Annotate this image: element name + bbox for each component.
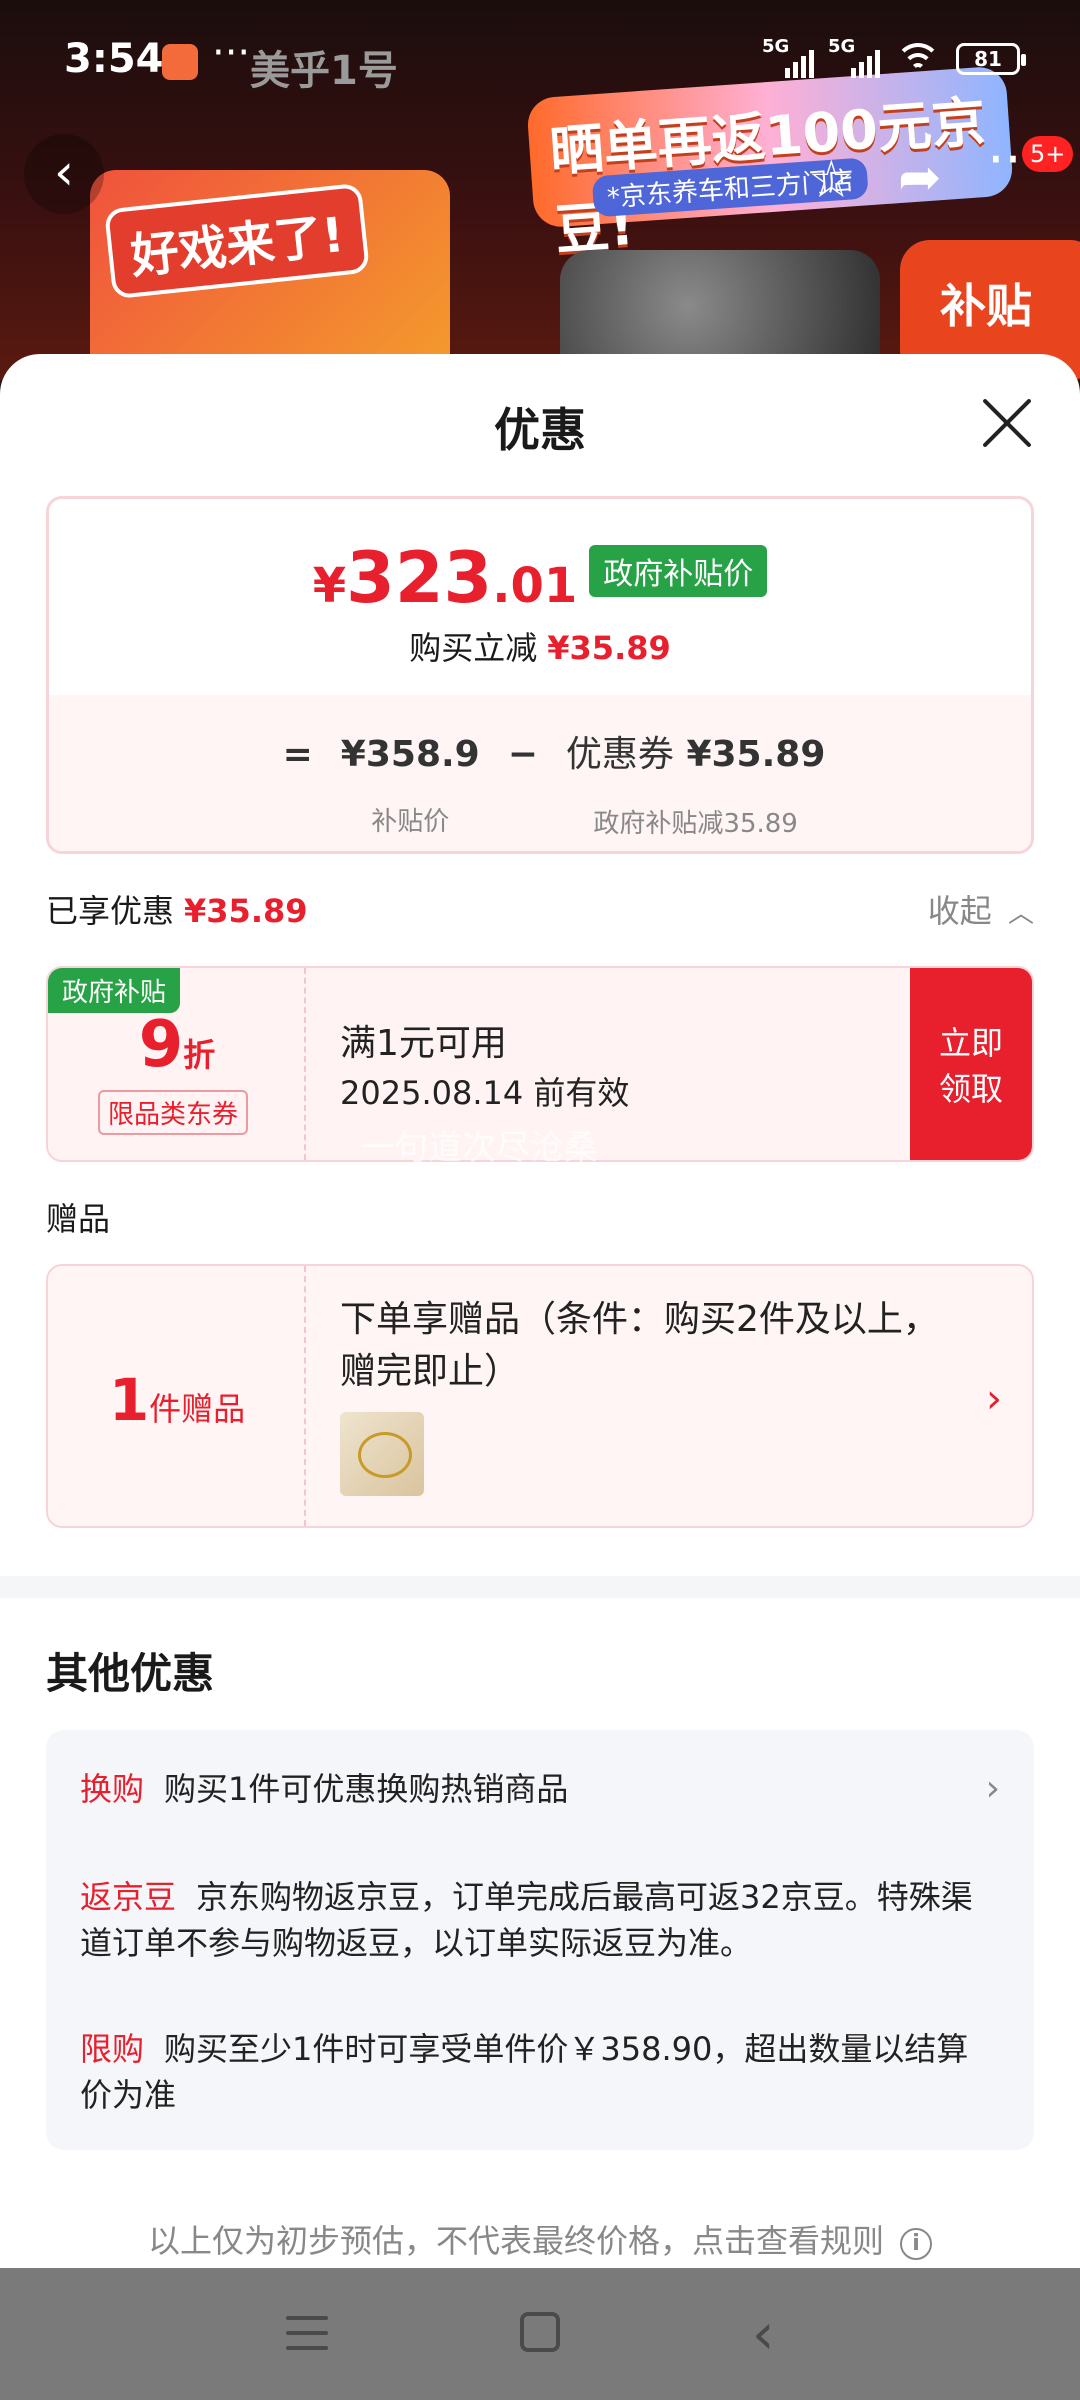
offer-item-jingdou: 返京豆 京东购物返京豆，订单完成后最高可返32京豆。特殊渠道订单不参与购物返豆，以…	[80, 1874, 1000, 1966]
price-formula: = ¥358.9 补贴价 − 优惠券 ¥35.89 政府补贴减35.89	[49, 725, 1031, 840]
enjoyed-label: 已享优惠	[46, 892, 175, 930]
gift-count: 1件赠品	[48, 1366, 306, 1434]
base-price-label: 补贴价	[371, 807, 450, 837]
other-offers-title: 其他优惠	[46, 1649, 215, 1698]
category-limit-tag: 限品类东券	[98, 1090, 249, 1135]
app-notification-icon	[162, 44, 198, 80]
offer-key: 换购	[80, 1770, 145, 1808]
price-integer: 323	[346, 537, 493, 619]
offer-text: 购买1件可优惠换购热销商品	[164, 1770, 569, 1808]
more-notifications-icon: ···	[212, 30, 251, 76]
coupon-value: ¥35.89	[686, 734, 826, 775]
coupon-label: 优惠券	[565, 734, 674, 775]
offer-key: 返京豆	[80, 1878, 177, 1916]
final-price: ¥323.01	[313, 537, 578, 619]
instant-reduction-amount: ¥35.89	[547, 629, 671, 667]
coupon-discount: 9折	[48, 1008, 306, 1082]
instant-reduction-line: 购买立减 ¥35.89	[49, 623, 1031, 669]
offer-key: 限购	[80, 2030, 145, 2068]
close-icon[interactable]	[978, 394, 1034, 450]
sheet-title: 优惠	[494, 403, 586, 457]
discount-sheet: 优惠 ¥323.01 政府补贴价 购买立减 ¥35.89 = ¥358.9 补贴价 …	[0, 354, 1080, 2274]
info-icon[interactable]: i	[900, 2228, 932, 2260]
coupon-column: 优惠券 ¥35.89 政府补贴减35.89	[566, 725, 825, 840]
claim-label-line2: 领取	[938, 1070, 1003, 1108]
collapse-toggle[interactable]: 收起 ︿	[928, 886, 1034, 932]
coupon-type-tag: 政府补贴	[48, 968, 181, 1013]
coupon-validity: 2025.08.14 前有效	[340, 1074, 630, 1112]
gift-count-unit: 件赠品	[149, 1390, 246, 1428]
coupon-condition: 满1元可用	[340, 1023, 507, 1064]
final-price-line: ¥323.01 政府补贴价	[49, 537, 1031, 619]
rules-footnote[interactable]: 以上仅为初步预估，不代表最终价格，点击查看规则 i	[0, 2216, 1080, 2262]
status-bar: 3:54 ··· 美乎1号 5G 5G 81	[0, 0, 1080, 120]
home-icon[interactable]	[520, 2312, 560, 2352]
recent-apps-icon[interactable]	[286, 2316, 328, 2350]
other-offers-list: 换购 购买1件可优惠换购热销商品 › 返京豆 京东购物返京豆，订单完成后最高可返32…	[46, 1730, 1034, 2150]
carrier-label: 美乎1号	[250, 48, 398, 94]
gift-count-number: 1	[108, 1366, 150, 1434]
watermark: 一句道次尽沧桑	[360, 1128, 598, 1168]
promo-bubble-graphic: 好戏来了!	[90, 170, 450, 380]
subsidy-badge-text: 补贴	[940, 279, 1032, 333]
promo-bubble-text: 好戏来了!	[104, 182, 370, 300]
base-price-value: ¥358.9	[340, 734, 480, 775]
enjoyed-amount: ¥35.89	[184, 892, 308, 930]
discount-number: 9	[138, 1008, 184, 1082]
signal-icon-sim1: 5G	[762, 36, 814, 78]
chevron-up-icon: ︿	[1007, 899, 1034, 929]
chevron-right-icon[interactable]: ›	[986, 1766, 1000, 1812]
gift-description: 下单享赠品（条件：购买2件及以上，赠完即止）	[340, 1299, 939, 1392]
section-divider	[0, 1576, 1080, 1598]
gift-card[interactable]: 1件赠品 下单享赠品（条件：购买2件及以上，赠完即止） ›	[46, 1264, 1034, 1528]
collapse-label: 收起	[927, 892, 992, 930]
price-decimal: .01	[492, 558, 578, 614]
equals-sign: =	[282, 734, 313, 775]
battery-level: 81	[974, 47, 1002, 71]
footnote-text: 以上仅为初步预估，不代表最终价格，点击查看规则	[147, 2222, 884, 2260]
gift-thumbnail[interactable]	[340, 1412, 424, 1496]
minus-sign: −	[507, 734, 538, 775]
claim-coupon-button[interactable]: 立即 领取	[910, 968, 1032, 1160]
instant-reduction-label: 购买立减	[409, 629, 538, 667]
status-time: 3:54	[64, 36, 164, 82]
price-summary-card: ¥323.01 政府补贴价 购买立减 ¥35.89 = ¥358.9 补贴价 − 优…	[46, 496, 1034, 854]
offer-text: 京东购物返京豆，订单完成后最高可返32京豆。特殊渠道订单不参与购物返豆，以订单实…	[80, 1878, 973, 1962]
status-icons: 5G 5G 81	[762, 36, 1026, 78]
price-summary-top: ¥323.01 政府补贴价 购买立减 ¥35.89	[49, 499, 1031, 695]
gov-subsidy-price-tag: 政府补贴价	[589, 545, 768, 597]
offer-text: 购买至少1件时可享受单件价￥358.90，超出数量以结算价为准	[80, 2030, 969, 2114]
wifi-icon	[894, 41, 942, 77]
price-breakdown: = ¥358.9 补贴价 − 优惠券 ¥35.89 政府补贴减35.89	[49, 695, 1031, 851]
chevron-right-icon[interactable]: ›	[986, 1376, 1002, 1422]
gift-count-area: 1件赠品	[48, 1266, 306, 1526]
base-price-column: ¥358.9 补贴价	[341, 734, 480, 838]
offer-item-purchase-limit: 限购 购买至少1件时可享受单件价￥358.90，超出数量以结算价为准	[80, 2026, 1000, 2118]
signal-icon-sim2: 5G	[828, 36, 880, 78]
gift-section-title: 赠品	[46, 1200, 111, 1238]
price-currency: ¥	[312, 558, 347, 614]
share-icon[interactable]: ➦	[898, 148, 942, 208]
discount-unit: 折	[183, 1036, 216, 1074]
more-badge: 5+	[1022, 136, 1074, 172]
battery-icon: 81	[956, 43, 1026, 75]
coupon-sub-label: 政府补贴减35.89	[593, 809, 798, 839]
back-button[interactable]: ‹	[24, 134, 104, 214]
system-nav-bar: ‹	[0, 2268, 1080, 2400]
enjoyed-discount: 已享优惠 ¥35.89	[46, 886, 308, 932]
favorite-star-icon[interactable]: ☆	[808, 150, 855, 210]
claim-label-line1: 立即	[938, 1024, 1003, 1062]
offer-item-trade-in[interactable]: 换购 购买1件可优惠换购热销商品 ›	[80, 1766, 1000, 1812]
back-icon[interactable]: ‹	[752, 2302, 774, 2367]
